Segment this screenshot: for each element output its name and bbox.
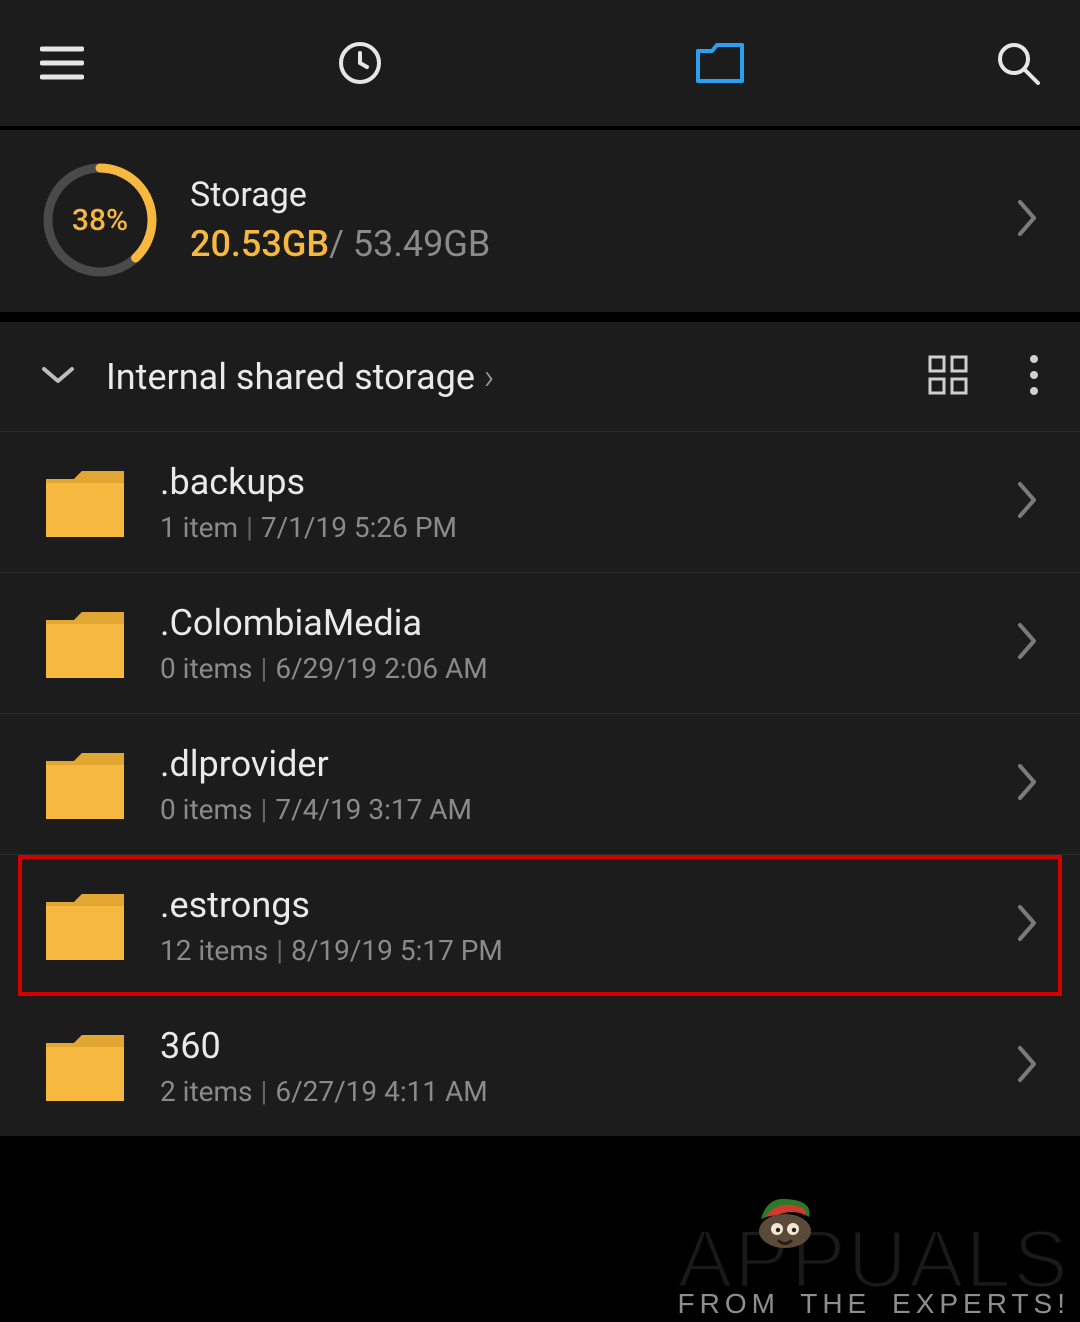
folder-row[interactable]: .dlprovider 0 items|7/4/19 3:17 AM xyxy=(0,714,1080,855)
row-chevron xyxy=(1016,480,1040,524)
folder-row[interactable]: 360 2 items|6/27/19 4:11 AM xyxy=(0,996,1080,1136)
chevron-down-icon xyxy=(40,363,76,387)
row-chevron xyxy=(1016,903,1040,947)
folder-name: .dlprovider xyxy=(160,743,1016,785)
folder-meta: .ColombiaMedia 0 items|6/29/19 2:06 AM xyxy=(160,602,1016,685)
folder-item-count: 2 items xyxy=(160,1075,253,1108)
search-icon xyxy=(996,41,1040,85)
search-button[interactable] xyxy=(900,0,1080,126)
folder-item-count: 12 items xyxy=(160,934,268,967)
folder-meta: 360 2 items|6/27/19 4:11 AM xyxy=(160,1025,1016,1108)
breadcrumb-toolbar: Internal shared storage xyxy=(0,322,1080,432)
folder-date: 6/29/19 2:06 AM xyxy=(275,652,487,685)
tab-files[interactable] xyxy=(540,0,900,126)
folder-subtitle: 0 items|6/29/19 2:06 AM xyxy=(160,652,1016,685)
clock-icon xyxy=(338,41,382,85)
row-chevron xyxy=(1016,762,1040,806)
storage-title: Storage xyxy=(190,175,490,215)
expand-button[interactable] xyxy=(40,363,76,391)
hamburger-icon xyxy=(40,45,84,81)
storage-chevron xyxy=(1016,198,1040,242)
tab-recent[interactable] xyxy=(180,0,540,126)
folder-icon xyxy=(40,880,130,970)
folder-outline-icon xyxy=(694,41,746,85)
more-vert-icon xyxy=(1028,353,1040,397)
folder-subtitle: 1 item|7/1/19 5:26 PM xyxy=(160,511,1016,544)
folder-row[interactable]: .backups 1 item|7/1/19 5:26 PM xyxy=(0,432,1080,573)
top-app-bar xyxy=(0,0,1080,130)
row-chevron xyxy=(1016,621,1040,665)
folder-meta: .estrongs 12 items|8/19/19 5:17 PM xyxy=(160,884,1016,967)
storage-total: / 53.49GB xyxy=(329,223,490,265)
folder-item-count: 1 item xyxy=(160,511,238,544)
folder-subtitle: 12 items|8/19/19 5:17 PM xyxy=(160,934,1016,967)
folder-row[interactable]: .estrongs 12 items|8/19/19 5:17 PM xyxy=(18,855,1062,996)
folder-date: 8/19/19 5:17 PM xyxy=(291,934,503,967)
folder-icon xyxy=(40,1021,130,1111)
folder-name: .ColombiaMedia xyxy=(160,602,1016,644)
grid-icon xyxy=(928,355,968,395)
folder-meta: .backups 1 item|7/1/19 5:26 PM xyxy=(160,461,1016,544)
folder-item-count: 0 items xyxy=(160,793,253,826)
folder-item-count: 0 items xyxy=(160,652,253,685)
storage-summary[interactable]: 38% Storage 20.53GB/ 53.49GB xyxy=(0,130,1080,312)
storage-texts: Storage 20.53GB/ 53.49GB xyxy=(190,175,490,265)
folder-date: 6/27/19 4:11 AM xyxy=(275,1075,487,1108)
folder-icon xyxy=(40,457,130,547)
view-toggle-button[interactable] xyxy=(928,355,968,399)
folder-meta: .dlprovider 0 items|7/4/19 3:17 AM xyxy=(160,743,1016,826)
folder-date: 7/4/19 3:17 AM xyxy=(275,793,472,826)
row-chevron xyxy=(1016,1044,1040,1088)
storage-percent: 38% xyxy=(40,160,160,280)
watermark: APPUALS FROM THE EXPERTS! xyxy=(678,1231,1070,1320)
storage-progress-ring: 38% xyxy=(40,160,160,280)
folder-name: 360 xyxy=(160,1025,1016,1067)
folder-date: 7/1/19 5:26 PM xyxy=(261,511,457,544)
folder-name: .backups xyxy=(160,461,1016,503)
folder-subtitle: 2 items|6/27/19 4:11 AM xyxy=(160,1075,1016,1108)
folder-row[interactable]: .ColombiaMedia 0 items|6/29/19 2:06 AM xyxy=(0,573,1080,714)
watermark-brand: APPUALS xyxy=(678,1231,1070,1288)
watermark-mascot-icon xyxy=(747,1189,823,1249)
folder-name: .estrongs xyxy=(160,884,1016,926)
more-options-button[interactable] xyxy=(1028,353,1040,401)
file-list: .backups 1 item|7/1/19 5:26 PM .Colombia… xyxy=(0,432,1080,1136)
storage-used: 20.53GB xyxy=(190,223,329,265)
folder-icon xyxy=(40,739,130,829)
breadcrumb-location[interactable]: Internal shared storage xyxy=(106,356,494,398)
folder-icon xyxy=(40,598,130,688)
folder-subtitle: 0 items|7/4/19 3:17 AM xyxy=(160,793,1016,826)
menu-button[interactable] xyxy=(0,0,180,126)
